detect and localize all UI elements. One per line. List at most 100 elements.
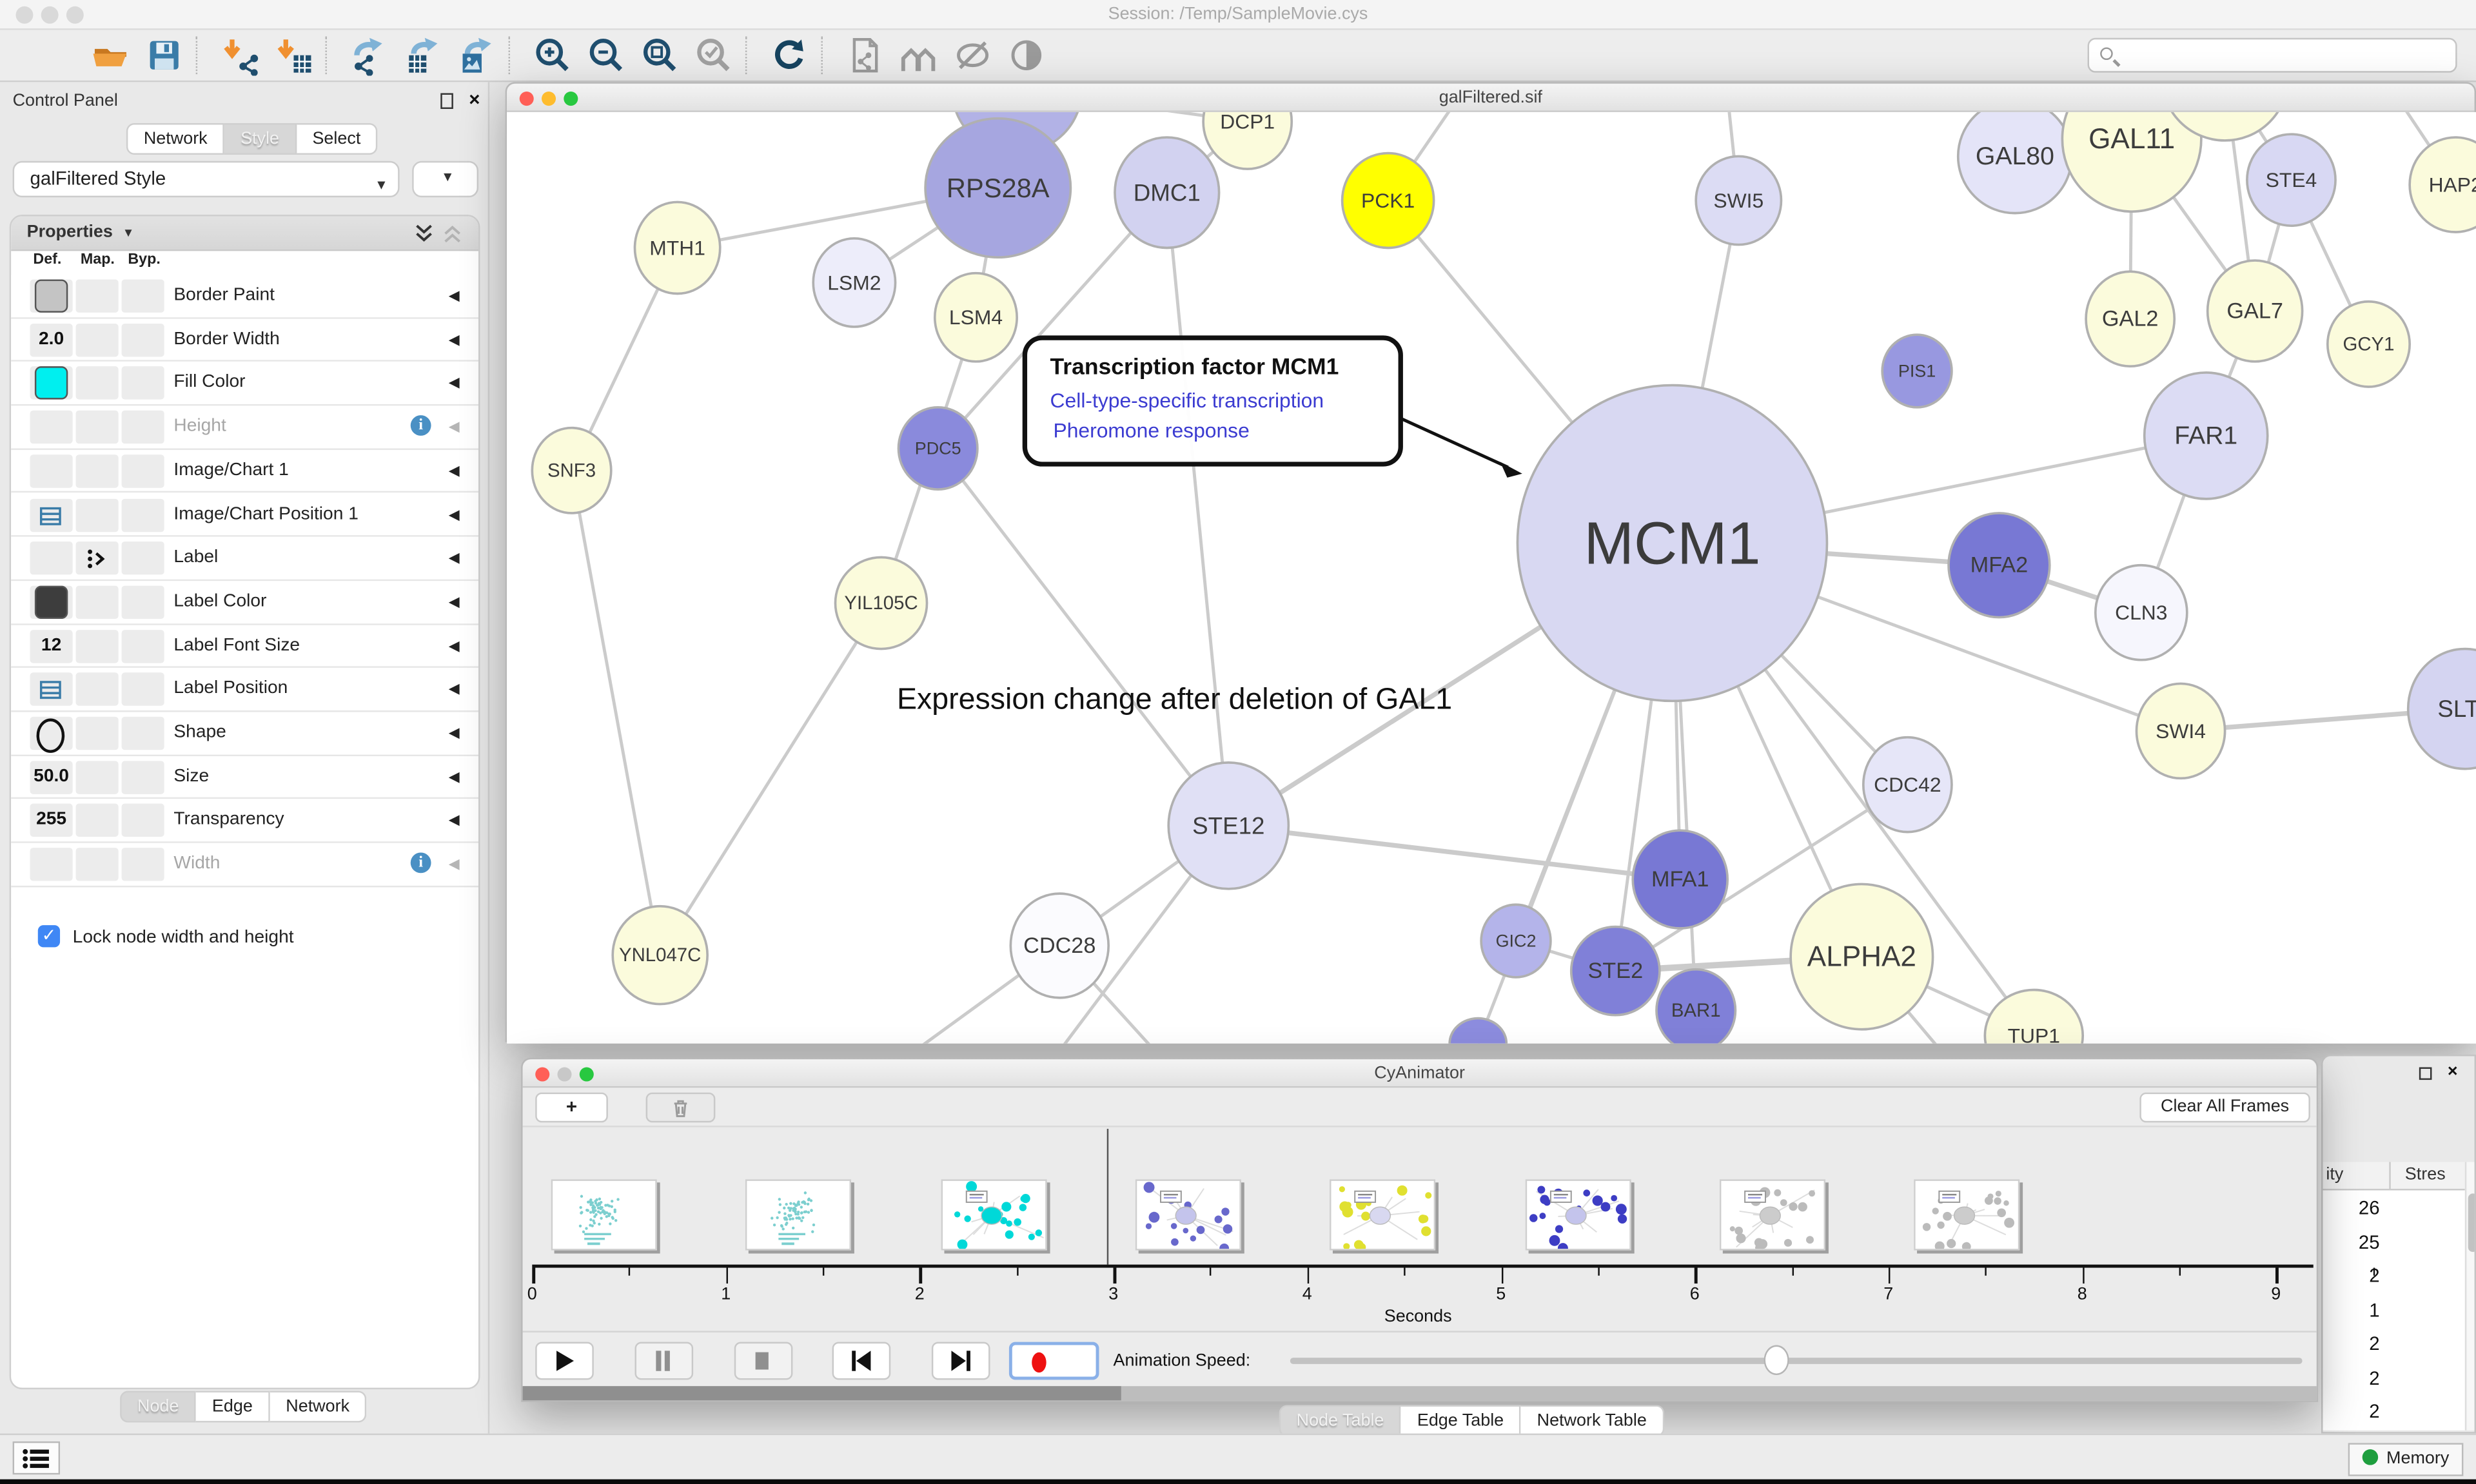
default-value-cell[interactable]: [30, 848, 73, 881]
property-row-transparency[interactable]: 255Transparency◀: [11, 799, 478, 843]
table-cell[interactable]: 1: [2323, 1298, 2379, 1320]
table-cell[interactable]: 2: [2323, 1265, 2379, 1287]
hide-details-icon[interactable]: [950, 33, 995, 77]
property-row-shape[interactable]: Shape◀: [11, 712, 478, 756]
expand-row-icon[interactable]: ◀: [449, 550, 460, 567]
tab-network[interactable]: Network: [270, 1391, 367, 1423]
annotation-link[interactable]: Cell-type-specific transcription: [1050, 389, 1324, 412]
edge-ste12-mfa1[interactable]: [1228, 826, 1680, 879]
table-cell[interactable]: 2: [2323, 1333, 2379, 1354]
timeline-frame-0[interactable]: [551, 1179, 657, 1250]
property-row-border-width[interactable]: 2.0Border Width◀: [11, 318, 478, 362]
default-value-cell[interactable]: 2.0: [30, 323, 73, 356]
timeline-frame-6[interactable]: [1719, 1179, 1825, 1250]
mapping-cell[interactable]: [76, 323, 119, 356]
expand-row-icon[interactable]: ◀: [449, 288, 460, 305]
tab-node[interactable]: Node: [120, 1391, 196, 1423]
edge-yil105c-ynl047c[interactable]: [660, 603, 881, 955]
expand-all-icon[interactable]: [414, 224, 435, 243]
property-row-width[interactable]: Widthi◀: [11, 843, 478, 887]
mapping-cell[interactable]: [76, 717, 119, 750]
default-value-cell[interactable]: [30, 367, 73, 400]
bypass-cell[interactable]: [122, 761, 164, 794]
network-canvas[interactable]: RPS28BDCP1RPS28ADMC1PCK1SWI5MTH1LSM2LSM4…: [507, 112, 2476, 1044]
delete-frame-button[interactable]: [646, 1093, 716, 1123]
mapping-cell[interactable]: [76, 804, 119, 837]
expand-row-icon[interactable]: ◀: [449, 594, 460, 611]
mapping-cell[interactable]: [76, 673, 119, 706]
bypass-cell[interactable]: [122, 629, 164, 662]
table-scrollbar[interactable]: [2465, 1162, 2476, 1430]
property-row-label-color[interactable]: Label Color◀: [11, 581, 478, 625]
expand-row-icon[interactable]: ◀: [449, 418, 460, 436]
animation-speed-slider[interactable]: [1290, 1358, 2303, 1364]
property-row-image-chart-1[interactable]: Image/Chart 1◀: [11, 449, 478, 493]
tab-node-table[interactable]: Node Table: [1279, 1405, 1402, 1437]
slider-thumb[interactable]: [1764, 1345, 1789, 1376]
bypass-cell[interactable]: [122, 498, 164, 531]
pause-button[interactable]: [634, 1342, 693, 1380]
expand-row-icon[interactable]: ◀: [449, 331, 460, 349]
export-table-icon[interactable]: [401, 33, 446, 77]
expand-row-icon[interactable]: ◀: [449, 375, 460, 392]
expand-row-icon[interactable]: ◀: [449, 768, 460, 786]
export-network-icon[interactable]: [348, 33, 392, 77]
annotation-link[interactable]: Pheromone response: [1053, 418, 1249, 442]
edge-pdc5-ste12[interactable]: [938, 449, 1229, 826]
export-image-icon[interactable]: [455, 33, 499, 77]
bypass-cell[interactable]: [122, 367, 164, 400]
property-row-height[interactable]: Heighti◀: [11, 406, 478, 450]
tab-style[interactable]: Style: [225, 123, 297, 155]
expand-row-icon[interactable]: ◀: [449, 462, 460, 480]
edge-snf3-ynl047c[interactable]: [572, 471, 660, 955]
expand-row-icon[interactable]: ◀: [449, 506, 460, 523]
timeline-frame-1[interactable]: [746, 1179, 852, 1250]
import-network-icon[interactable]: [218, 33, 262, 77]
default-value-cell[interactable]: [30, 717, 73, 750]
default-value-cell[interactable]: [30, 411, 73, 444]
zoom-selected-icon[interactable]: [692, 33, 736, 77]
play-button[interactable]: [535, 1342, 594, 1380]
bypass-cell[interactable]: [122, 454, 164, 487]
first-neighbors-icon[interactable]: [897, 33, 941, 77]
lock-aspect-checkbox[interactable]: ✓: [38, 925, 60, 947]
default-value-cell[interactable]: 12: [30, 629, 73, 662]
bypass-cell[interactable]: [122, 673, 164, 706]
default-value-cell[interactable]: 50.0: [30, 761, 73, 794]
bypass-cell[interactable]: [122, 411, 164, 444]
timeline-frame-5[interactable]: [1524, 1179, 1630, 1250]
timeline-frame-4[interactable]: [1330, 1179, 1436, 1250]
properties-header[interactable]: Properties ▾: [11, 217, 478, 251]
network-caption[interactable]: Expression change after deletion of GAL1: [897, 682, 1452, 716]
property-row-label[interactable]: Label◀: [11, 537, 478, 581]
close-panel-icon[interactable]: ×: [2448, 1062, 2458, 1081]
mapping-cell[interactable]: [76, 279, 119, 312]
property-row-fill-color[interactable]: Fill Color◀: [11, 362, 478, 406]
mapping-cell[interactable]: [76, 542, 119, 574]
default-value-cell[interactable]: [30, 454, 73, 487]
table-cell[interactable]: 2: [2323, 1400, 2379, 1422]
refresh-layout-icon[interactable]: [767, 33, 812, 77]
property-row-border-paint[interactable]: Border Paint◀: [11, 275, 478, 318]
table-cell[interactable]: 2: [2323, 1367, 2379, 1389]
timeline-playhead[interactable]: [1108, 1129, 1109, 1265]
bypass-cell[interactable]: [122, 585, 164, 618]
show-details-icon[interactable]: [1005, 33, 1049, 77]
skip-end-button[interactable]: [932, 1342, 990, 1380]
open-session-icon[interactable]: [88, 33, 133, 77]
clear-all-frames-button[interactable]: Clear All Frames: [2139, 1093, 2310, 1123]
default-value-cell[interactable]: [30, 542, 73, 574]
close-panel-icon[interactable]: ×: [469, 88, 480, 110]
tab-network[interactable]: Network: [126, 123, 225, 155]
save-session-icon[interactable]: [142, 33, 186, 77]
timeline-ruler[interactable]: 0123456789 Seconds: [523, 1265, 2317, 1331]
scrollbar-thumb[interactable]: [2468, 1193, 2476, 1252]
edge-dmc1-ste12[interactable]: [1167, 193, 1229, 826]
zoom-fit-icon[interactable]: [638, 33, 682, 77]
tab-edge-table[interactable]: Edge Table: [1401, 1405, 1521, 1437]
timeline-scrollbar[interactable]: [523, 1386, 2317, 1400]
default-value-cell[interactable]: 255: [30, 804, 73, 837]
mapping-cell[interactable]: [76, 761, 119, 794]
property-row-size[interactable]: 50.0Size◀: [11, 756, 478, 799]
float-panel-icon[interactable]: [440, 93, 453, 108]
